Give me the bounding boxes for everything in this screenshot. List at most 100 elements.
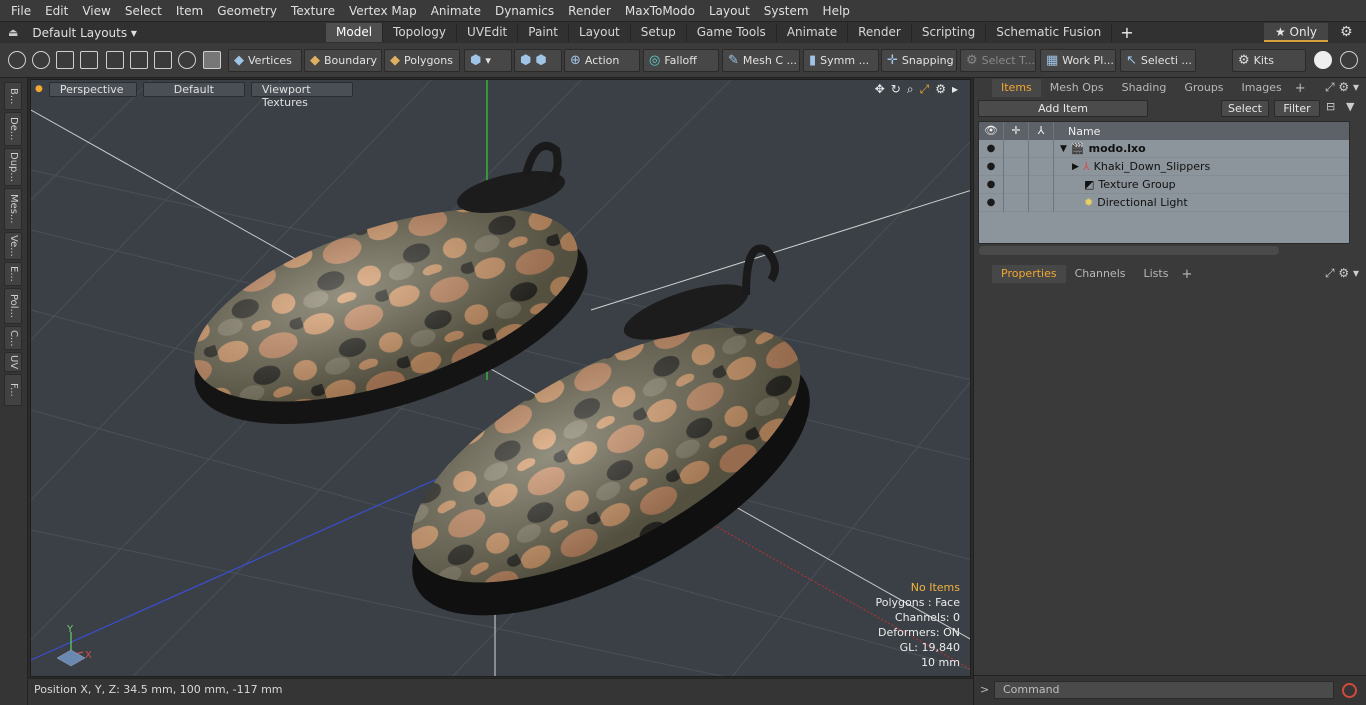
tab-groups[interactable]: Groups	[1175, 79, 1232, 97]
tab-paint[interactable]: Paint	[518, 23, 569, 42]
pan-icon[interactable]: ✥	[875, 82, 885, 97]
globe-icon[interactable]	[32, 51, 50, 69]
expand-triangle-icon[interactable]: ▶	[1072, 162, 1079, 172]
panel-options-icon[interactable]: ⤢ ⚙ ▾	[1325, 80, 1359, 95]
tab-mesh-ops[interactable]: Mesh Ops	[1041, 79, 1113, 97]
menu-help[interactable]: Help	[816, 0, 857, 22]
list-item[interactable]: ● ✹ Directional Light	[979, 193, 1349, 212]
horizontal-scrollbar[interactable]	[979, 246, 1279, 255]
tab-topology[interactable]: Topology	[383, 23, 458, 42]
strip-fusion[interactable]: F...	[4, 374, 22, 406]
vertices-button[interactable]: ◆ Vertices	[228, 49, 302, 72]
3d-viewport[interactable]: Y X ● Perspective Default Viewport Textu…	[30, 79, 971, 677]
layout-up-icon[interactable]: ⏏	[8, 26, 18, 39]
add-panel-tab-icon[interactable]: +	[1291, 81, 1306, 96]
polygons-button[interactable]: ◆ Polygons	[384, 49, 460, 72]
add-properties-tab-icon[interactable]: +	[1177, 267, 1192, 282]
menu-vertex-map[interactable]: Vertex Map	[342, 0, 424, 22]
collapse-icon[interactable]: ⊟	[1326, 100, 1335, 113]
symmetry-button[interactable]: ▮ Symm ...	[803, 49, 879, 72]
select-circle-icon[interactable]	[8, 51, 26, 69]
boundary-button[interactable]: ◆ Boundary	[304, 49, 382, 72]
tab-channels[interactable]: Channels	[1066, 265, 1135, 283]
strip-curve[interactable]: C...	[4, 326, 22, 350]
zoom-icon[interactable]: ⌕	[907, 82, 914, 97]
align-icon[interactable]	[106, 51, 124, 69]
menu-texture[interactable]: Texture	[284, 0, 342, 22]
menu-select[interactable]: Select	[118, 0, 169, 22]
visibility-eye-icon[interactable]: ●	[979, 175, 1004, 194]
filter-button[interactable]: Filter	[1274, 100, 1320, 117]
only-toggle[interactable]: ★ Only	[1264, 23, 1328, 42]
add-item-dropdown[interactable]: Add Item	[978, 100, 1148, 117]
viewport-menu-icon[interactable]: ●	[35, 82, 43, 98]
action-center-button[interactable]: ⊕ Action	[564, 49, 640, 72]
tab-images[interactable]: Images	[1233, 79, 1291, 97]
tab-lists[interactable]: Lists	[1135, 265, 1178, 283]
rotate-icon[interactable]: ↻	[891, 82, 901, 97]
tab-uvedit[interactable]: UVEdit	[457, 23, 519, 42]
menu-edit[interactable]: Edit	[38, 0, 75, 22]
unity-icon[interactable]	[1314, 51, 1332, 69]
funnel-icon[interactable]: ▼	[1346, 100, 1354, 113]
command-input[interactable]: Command	[994, 681, 1334, 699]
tab-setup[interactable]: Setup	[631, 23, 687, 42]
mesh-constraint-button[interactable]: ✎ Mesh C ...	[722, 49, 800, 72]
center-icon[interactable]	[130, 51, 148, 69]
visibility-eye-icon[interactable]: ●	[979, 157, 1004, 176]
tab-scripting[interactable]: Scripting	[912, 23, 987, 42]
viewport-textures-button[interactable]: Viewport Textures	[250, 82, 353, 109]
tab-schematic-fusion[interactable]: Schematic Fusion	[986, 23, 1113, 42]
pie-icon[interactable]	[178, 51, 196, 69]
expand-triangle-icon[interactable]: ▼	[1060, 144, 1067, 154]
tab-shading[interactable]: Shading	[1113, 79, 1176, 97]
command-history-icon[interactable]	[1342, 683, 1357, 698]
fit-icon[interactable]: ⤢	[920, 82, 930, 97]
tab-layout[interactable]: Layout	[569, 23, 631, 42]
menu-animate[interactable]: Animate	[424, 0, 488, 22]
layout-preset-dropdown[interactable]: Default Layouts ▾	[32, 26, 137, 40]
list-item[interactable]: ● ▶ ⅄ Khaki_Down_Slippers	[979, 157, 1349, 176]
strip-mesh[interactable]: Mes...	[4, 188, 22, 230]
select-through-button[interactable]: ⚙ Select T...	[960, 49, 1036, 72]
view-mode-button[interactable]: Perspective	[48, 82, 137, 97]
strip-polygon[interactable]: Pol...	[4, 288, 22, 324]
strip-edge[interactable]: E...	[4, 262, 22, 286]
add-tab-icon[interactable]: +	[1120, 23, 1133, 42]
falloff-button[interactable]: ◎ Falloff	[643, 49, 719, 72]
visibility-eye-icon[interactable]: ●	[979, 193, 1004, 212]
tab-properties[interactable]: Properties	[992, 265, 1066, 283]
menu-maxtomodo[interactable]: MaxToModo	[618, 0, 702, 22]
menu-geometry[interactable]: Geometry	[210, 0, 284, 22]
menu-system[interactable]: System	[757, 0, 816, 22]
snapping-button[interactable]: ✛ Snapping	[881, 49, 957, 72]
select-button[interactable]: Select	[1221, 100, 1269, 117]
style-button[interactable]: Default	[142, 82, 245, 97]
work-plane-button[interactable]: ▦ Work Pl...	[1040, 49, 1116, 72]
frame-icon[interactable]	[154, 51, 172, 69]
brush-icon[interactable]	[80, 51, 98, 69]
unreal-icon[interactable]	[1340, 51, 1358, 69]
pen-icon[interactable]	[56, 51, 74, 69]
menu-render[interactable]: Render	[561, 0, 618, 22]
gear-icon[interactable]: ⚙	[1340, 24, 1353, 40]
menu-layout[interactable]: Layout	[702, 0, 757, 22]
expand-arrow-icon[interactable]: ▸	[952, 82, 958, 97]
kits-button[interactable]: ⚙ Kits	[1232, 49, 1306, 72]
menu-dynamics[interactable]: Dynamics	[488, 0, 561, 22]
strip-deform[interactable]: De...	[4, 112, 22, 146]
tab-animate[interactable]: Animate	[777, 23, 849, 42]
menu-item[interactable]: Item	[169, 0, 210, 22]
menu-file[interactable]: File	[4, 0, 38, 22]
list-item[interactable]: ● ▼ 🎬 modo.lxo	[979, 139, 1349, 158]
tab-render[interactable]: Render	[848, 23, 912, 42]
item-mode-icon[interactable]	[203, 51, 221, 69]
list-item[interactable]: ● ◩ Texture Group	[979, 175, 1349, 194]
tab-model[interactable]: Model	[326, 23, 384, 42]
tab-game-tools[interactable]: Game Tools	[687, 23, 777, 42]
tab-items[interactable]: Items	[992, 79, 1041, 97]
strip-uv[interactable]: UV	[4, 352, 22, 372]
menu-view[interactable]: View	[75, 0, 117, 22]
symmetry-tools-button[interactable]: ⬢ ⬢	[514, 49, 562, 72]
selection-sets-button[interactable]: ↖ Selecti ...	[1120, 49, 1196, 72]
